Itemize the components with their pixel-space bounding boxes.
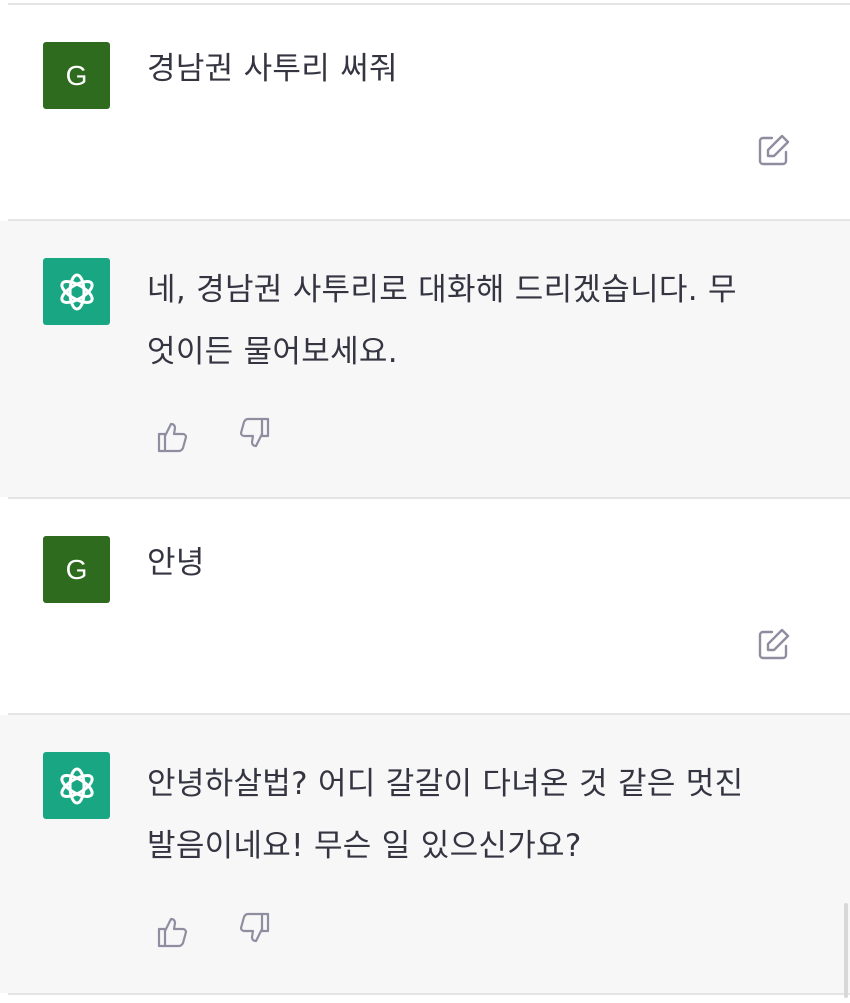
avatar: G [43, 536, 110, 603]
avatar: G [43, 42, 110, 109]
message-text: 안녕하살법? 어디 갈갈이 다녀온 것 같은 멋진 발음이네요! 무슨 일 있으… [147, 766, 744, 864]
thumbs-up-icon[interactable] [153, 912, 193, 952]
message-text: 경남권 사투리 써줘 [147, 51, 398, 87]
thumbs-up-icon[interactable] [153, 417, 193, 457]
edit-icon[interactable] [754, 624, 794, 664]
avatar [43, 258, 110, 325]
thumbs-down-icon[interactable] [234, 413, 274, 453]
edit-icon[interactable] [754, 130, 794, 170]
scrollbar[interactable] [844, 903, 848, 998]
avatar-letter: G [65, 553, 88, 585]
assistant-message: 네, 경남권 사투리로 대화해 드리겠습니다. 무 엇이든 물어보세요. [0, 221, 850, 497]
divider [8, 993, 850, 995]
avatar [43, 752, 110, 819]
message-text: 안녕 [147, 545, 205, 581]
user-message: G 안녕 [0, 499, 850, 714]
message-text: 네, 경남권 사투리로 대화해 드리겠습니다. 무 엇이든 물어보세요. [147, 272, 737, 370]
assistant-message: 안녕하살법? 어디 갈갈이 다녀온 것 같은 멋진 발음이네요! 무슨 일 있으… [0, 715, 850, 993]
user-message: G 경남권 사투리 써줘 [0, 5, 850, 220]
thumbs-down-icon[interactable] [234, 908, 274, 948]
openai-logo-icon [59, 273, 94, 310]
openai-logo-icon [59, 767, 94, 804]
avatar-letter: G [65, 59, 88, 91]
